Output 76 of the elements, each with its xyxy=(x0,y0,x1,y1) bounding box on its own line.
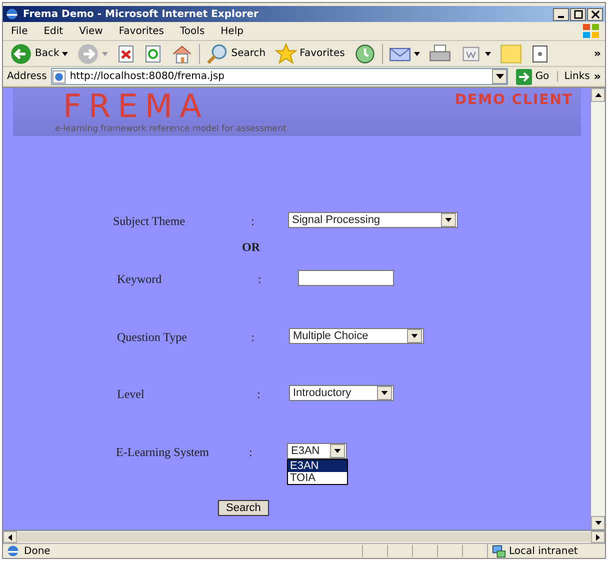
back-button[interactable]: Back xyxy=(7,42,72,66)
left-arrow-icon xyxy=(8,534,12,540)
zone-text: Local intranet xyxy=(509,546,578,556)
dropdown-option[interactable]: E3AN xyxy=(288,460,347,472)
windows-logo-icon xyxy=(581,23,601,39)
dropdown-option[interactable]: TOIA xyxy=(288,472,347,484)
logo-text: FREMA xyxy=(63,90,208,122)
caret-icon xyxy=(414,52,420,56)
links-overflow-chevron[interactable]: » xyxy=(594,70,601,83)
menu-item[interactable]: Edit xyxy=(36,26,72,36)
minimize-icon xyxy=(558,16,564,18)
caret-icon xyxy=(411,334,418,338)
field-label: Keyword xyxy=(117,272,162,287)
favorites-button[interactable]: Favorites xyxy=(272,42,348,66)
select-dropdown[interactable]: E3AN xyxy=(287,443,347,459)
horizontal-scrollbar[interactable] xyxy=(3,530,605,543)
address-field[interactable]: http://localhost:8080/frema.jsp xyxy=(50,68,508,85)
caret-icon xyxy=(62,52,68,56)
close-icon xyxy=(590,10,600,18)
browser-icon xyxy=(5,7,19,21)
status-text: Done xyxy=(24,546,52,556)
colon-text: : xyxy=(258,272,262,287)
messenger-icon xyxy=(530,44,549,62)
or-separator: OR xyxy=(242,240,260,255)
page-icon xyxy=(6,544,20,558)
field-label: Level xyxy=(117,387,144,402)
page-icon xyxy=(52,70,66,84)
arrow-icon xyxy=(516,68,532,84)
menu-item[interactable]: View xyxy=(71,26,111,36)
caret-icon xyxy=(102,52,108,56)
field-label: E-Learning System xyxy=(116,445,209,460)
star-icon xyxy=(274,42,297,64)
client-title: DEMO CLIENT xyxy=(454,92,573,108)
links-button[interactable]: Links xyxy=(557,71,590,82)
field-label: Subject Theme xyxy=(113,214,186,229)
url-text: http://localhost:8080/frema.jsp xyxy=(70,71,226,82)
search-submit-button[interactable]: Search xyxy=(218,500,269,516)
vertical-scrollbar[interactable] xyxy=(591,88,605,530)
maximize-icon xyxy=(574,10,582,18)
colon-text: : xyxy=(251,214,254,229)
menu-item[interactable]: Help xyxy=(212,26,252,36)
tagline: e-learning framework reference model for assessment xyxy=(55,124,286,135)
caret-icon xyxy=(334,449,341,453)
menu-item[interactable]: Tools xyxy=(172,26,213,36)
network-icon xyxy=(492,544,506,558)
search-icon xyxy=(206,42,228,64)
caret-icon xyxy=(445,218,452,222)
keyword-field[interactable] xyxy=(298,270,394,286)
down-arrow-icon xyxy=(594,521,602,525)
right-arrow-icon xyxy=(596,534,600,540)
close-button[interactable] xyxy=(587,8,603,20)
toolbar-overflow-chevron[interactable]: » xyxy=(594,47,601,60)
search-button[interactable]: Search xyxy=(203,42,269,66)
refresh-icon xyxy=(144,44,162,62)
colon-text: : xyxy=(251,330,254,345)
caret-icon xyxy=(484,52,491,56)
colon-text: : xyxy=(257,387,260,402)
field-label: Question Type xyxy=(117,330,187,345)
address-label: Address xyxy=(7,71,47,82)
select-dropdown[interactable]: Signal Processing xyxy=(288,212,458,228)
select-dropdown[interactable]: Introductory xyxy=(289,385,394,401)
select-dropdown[interactable]: Multiple Choice xyxy=(289,328,424,344)
note-icon xyxy=(500,42,522,64)
caret-icon xyxy=(496,74,504,79)
window-title: Frema Demo - Microsoft Internet Explorer xyxy=(23,8,258,20)
caret-icon xyxy=(381,391,388,395)
stop-icon xyxy=(117,44,136,62)
clock-icon xyxy=(354,42,376,64)
minimize-button[interactable] xyxy=(553,8,569,20)
dropdown-button[interactable] xyxy=(492,69,508,84)
maximize-button[interactable] xyxy=(570,8,586,20)
colon-text: : xyxy=(249,445,252,460)
menu-item[interactable]: Favorites xyxy=(110,26,172,36)
go-button[interactable]: Go xyxy=(512,68,554,84)
up-arrow-icon xyxy=(594,93,602,97)
menu-item[interactable]: File xyxy=(3,26,36,36)
